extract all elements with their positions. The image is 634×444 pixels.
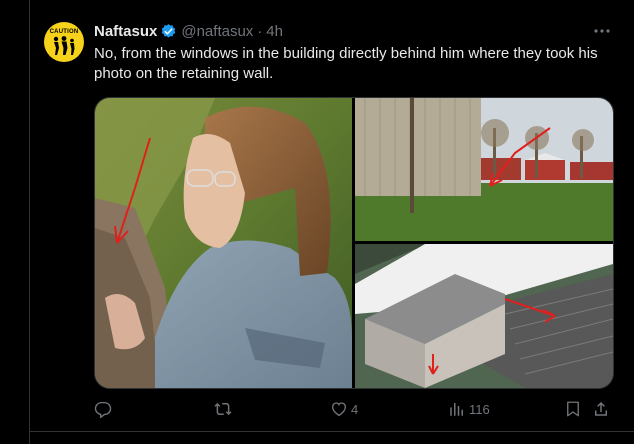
timestamp[interactable]: 4h (266, 23, 283, 40)
tweet-text: No, from the windows in the building dir… (94, 45, 598, 82)
building-photo-image (355, 98, 613, 241)
like-count: 4 (351, 401, 359, 417)
verified-badge-icon (160, 23, 177, 40)
tweet-actions: 4 116 (94, 397, 614, 421)
share-icon (595, 401, 607, 416)
header-separator: · (257, 22, 263, 40)
views-button[interactable]: 116 (448, 397, 490, 421)
bookmark-button[interactable] (564, 397, 582, 421)
media-photo-building[interactable] (355, 98, 613, 241)
avatar[interactable]: CAUTION (44, 22, 84, 62)
like-button[interactable]: 4 (330, 397, 358, 421)
person-photo-image (95, 98, 352, 388)
reply-icon (94, 401, 112, 418)
media-photo-aerial[interactable] (355, 244, 613, 388)
share-button[interactable] (592, 397, 610, 421)
heart-icon (331, 402, 347, 417)
aerial-photo-image (355, 244, 613, 388)
views-count: 116 (469, 401, 490, 417)
more-dots-icon (594, 29, 610, 33)
user-handle[interactable]: @naftasux (181, 23, 253, 40)
views-icon (450, 403, 463, 416)
tweet-divider (29, 431, 634, 432)
retweet-icon (214, 402, 232, 416)
media-photo-person[interactable] (95, 98, 352, 388)
display-name[interactable]: Naftasux (94, 23, 157, 40)
reply-button[interactable] (94, 397, 115, 421)
retweet-button[interactable] (214, 397, 235, 421)
caution-figures-icon (53, 36, 75, 55)
tweet[interactable]: CAUTION Naftasux @naftasux · 4h No, from… (30, 0, 634, 431)
avatar-caution-label: CAUTION (49, 29, 79, 35)
bookmark-icon (567, 401, 579, 417)
tweet-header: Naftasux @naftasux · 4h (94, 21, 283, 41)
more-options-button[interactable] (590, 22, 614, 40)
media-grid (94, 97, 614, 389)
